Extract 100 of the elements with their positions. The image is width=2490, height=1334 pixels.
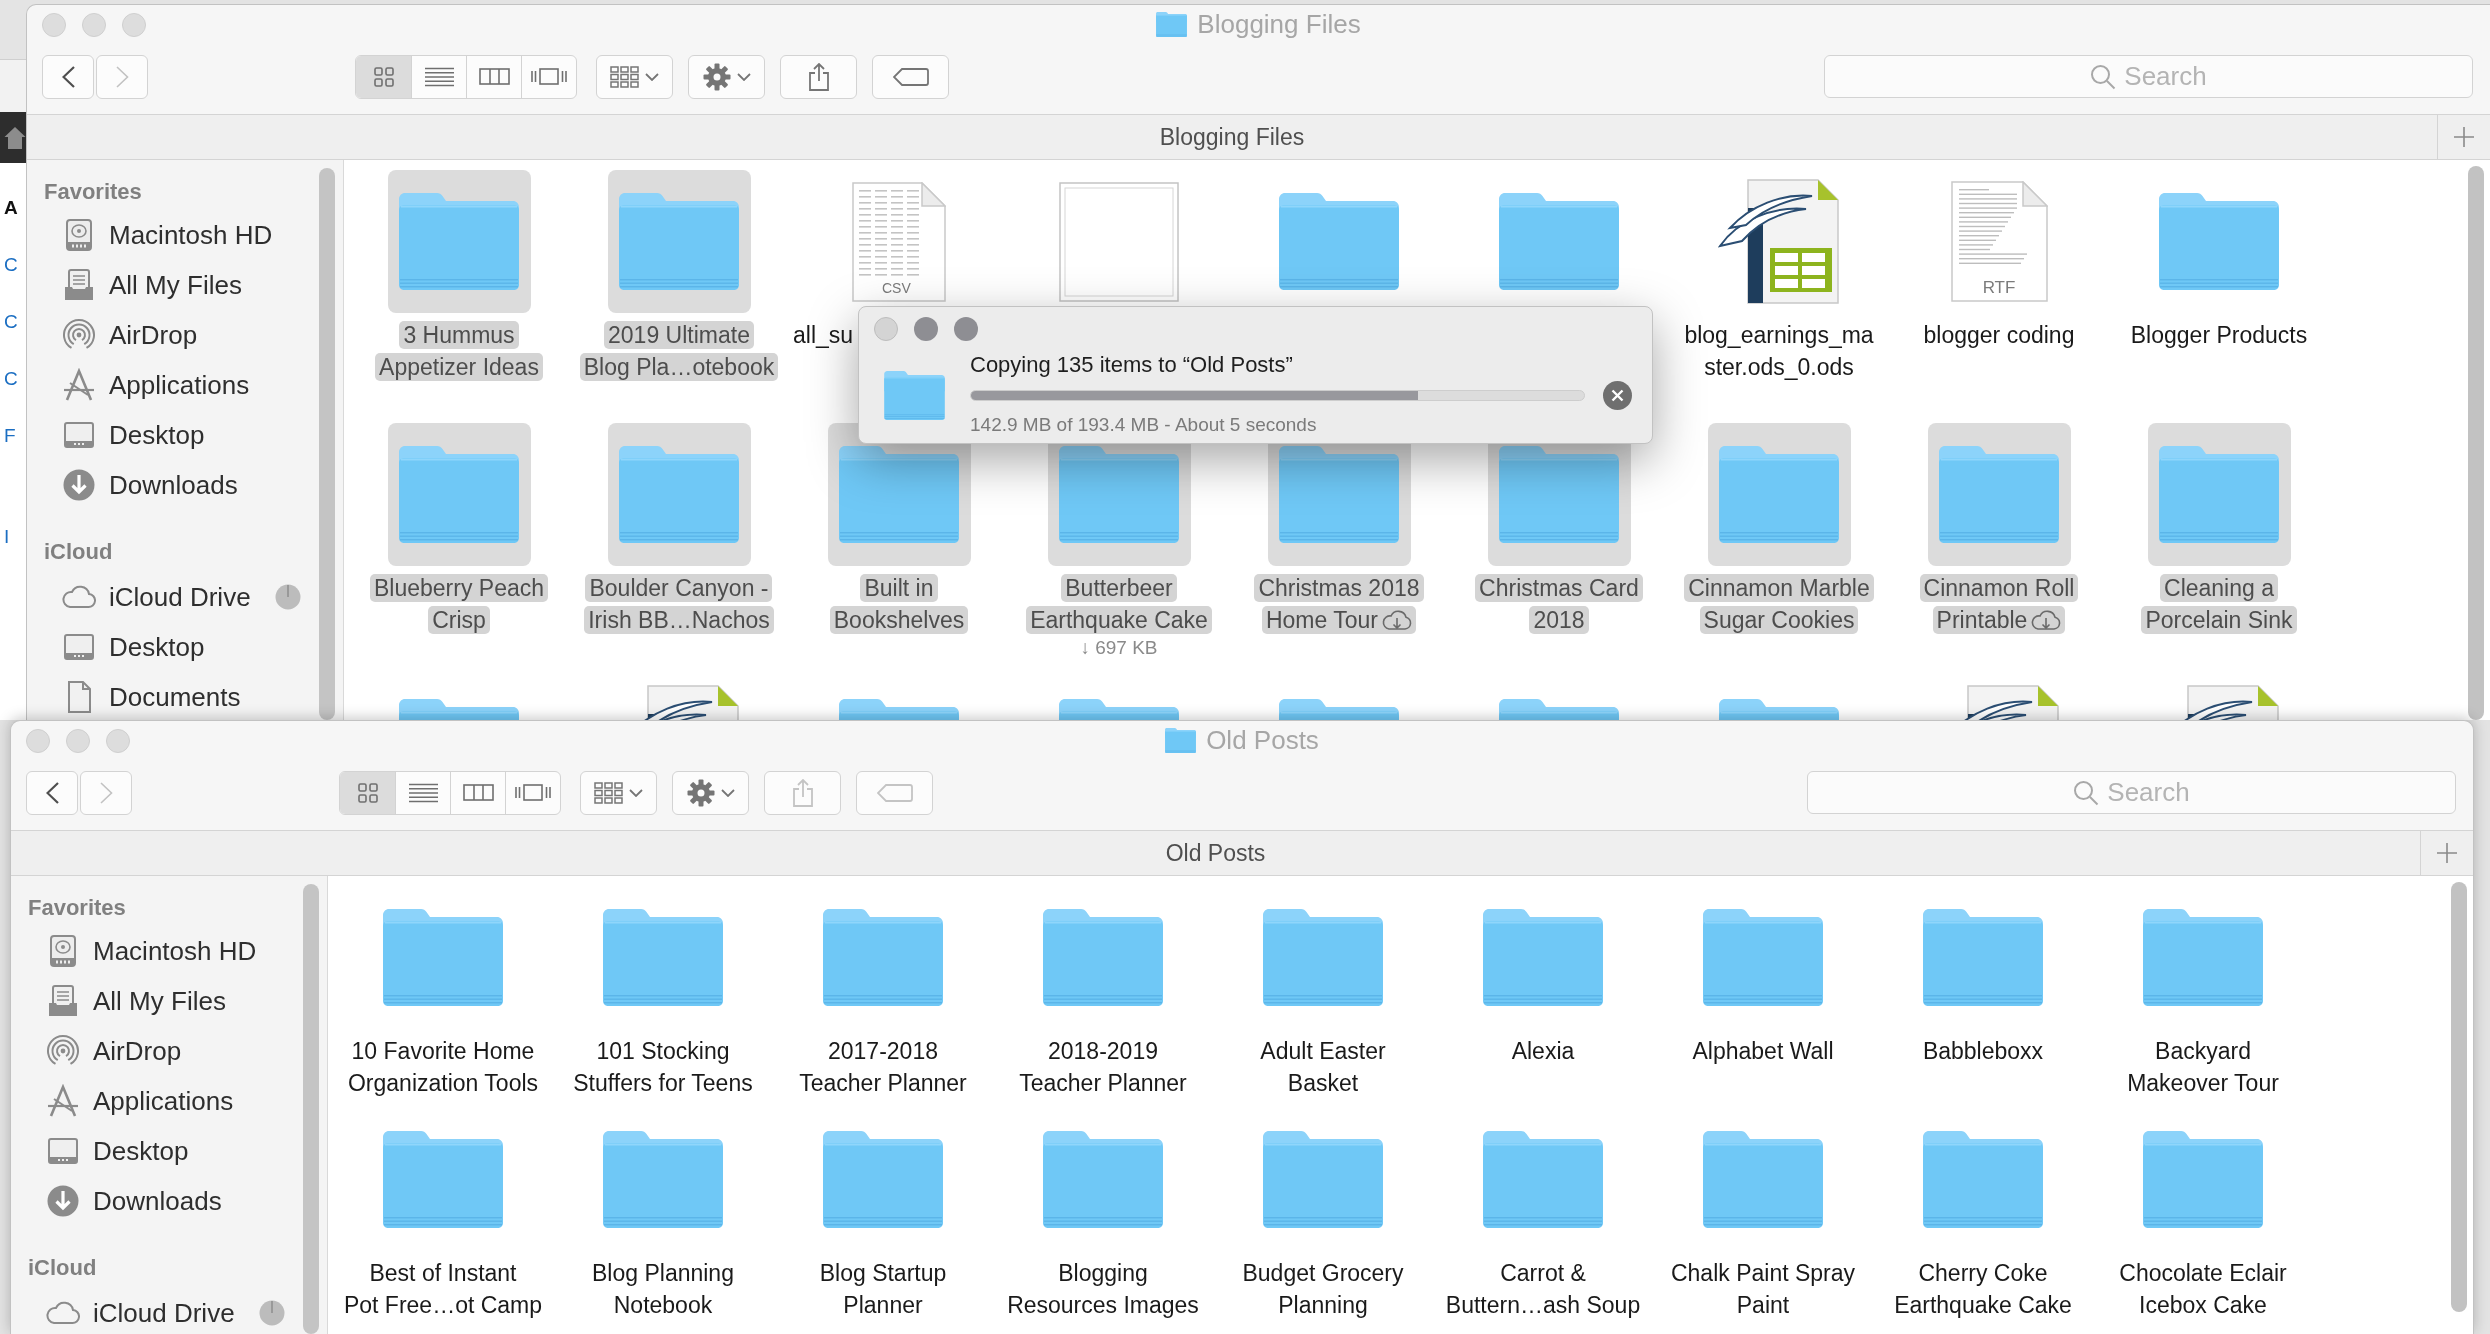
- folder-icon[interactable]: [1703, 1131, 1823, 1228]
- file-name[interactable]: Chocolate Eclair Icebox Cake: [2115, 1257, 2291, 1321]
- file-name[interactable]: 2017-2018 Teacher Planner: [795, 1035, 971, 1099]
- file-name[interactable]: Cleaning a Porcelain Sink: [2141, 572, 2297, 636]
- file-name[interactable]: Best of Instant Pot Free…ot Camp: [339, 1257, 547, 1321]
- file-name[interactable]: Blog Startup Planner: [815, 1257, 951, 1321]
- folder-icon[interactable]: [823, 909, 943, 1006]
- file-name[interactable]: Alexia: [1507, 1035, 1579, 1067]
- file-name[interactable]: Boulder Canyon - Irish BB…Nachos: [584, 572, 774, 636]
- file-name[interactable]: 2018-2019 Teacher Planner: [1015, 1035, 1191, 1099]
- folder-icon[interactable]: [383, 909, 503, 1006]
- close-button[interactable]: [26, 728, 50, 753]
- share-button[interactable]: [764, 770, 841, 815]
- sidebar-item[interactable]: Desktop: [28, 1132, 303, 1170]
- sidebar-item[interactable]: All My Files: [28, 982, 303, 1020]
- sidebar-item[interactable]: Documents: [44, 678, 319, 716]
- folder-icon[interactable]: [1263, 1131, 1383, 1228]
- folder-icon[interactable]: [383, 1131, 503, 1228]
- sidebar-item[interactable]: Macintosh HD: [28, 932, 303, 970]
- back-button[interactable]: [42, 54, 94, 99]
- folder-icon[interactable]: [1483, 909, 1603, 1006]
- scrollbar-thumb[interactable]: [303, 884, 319, 1334]
- folder-icon[interactable]: [1719, 446, 1839, 543]
- file-name[interactable]: Chalk Paint Spray Paint: [1666, 1257, 1860, 1321]
- sidebar-item[interactable]: Desktop: [44, 416, 319, 454]
- file-name[interactable]: 2019 Ultimate Blog Pla…otebook: [579, 319, 779, 383]
- file-name[interactable]: all_su: [789, 319, 858, 351]
- file-name[interactable]: 101 Stocking Stuffers for Teens: [569, 1035, 757, 1099]
- blank-thumbnail-icon[interactable]: [1059, 181, 1179, 302]
- file-name[interactable]: Built in Bookshelves: [829, 572, 969, 636]
- folder-icon[interactable]: [1279, 446, 1399, 543]
- sidebar-item[interactable]: Downloads: [28, 1182, 303, 1220]
- folder-icon[interactable]: [619, 446, 739, 543]
- cloud-download-icon[interactable]: [2031, 609, 2062, 631]
- tab-title[interactable]: Old Posts: [1165, 835, 1266, 871]
- file-name[interactable]: Blogging Resources Images: [1003, 1257, 1203, 1321]
- back-button[interactable]: [26, 770, 78, 815]
- search-field[interactable]: Search: [1807, 770, 2456, 814]
- page-link[interactable]: F: [4, 425, 16, 447]
- icon-view-button[interactable]: [340, 771, 395, 814]
- folder-icon[interactable]: [1923, 1131, 2043, 1228]
- file-name[interactable]: Cinnamon Marble Sugar Cookies: [1684, 572, 1874, 636]
- file-name[interactable]: 10 Favorite Home Organization Tools: [343, 1035, 543, 1099]
- file-name[interactable]: Blueberry Peach Crisp: [369, 572, 548, 636]
- folder-icon[interactable]: [1499, 193, 1619, 290]
- file-name[interactable]: Cherry Coke Earthquake Cake: [1890, 1257, 2076, 1321]
- folder-icon[interactable]: [1043, 909, 1163, 1006]
- file-name[interactable]: Backyard Makeover Tour: [2123, 1035, 2283, 1099]
- file-name[interactable]: Christmas 2018 Home Tour: [1254, 572, 1424, 636]
- spreadsheet-icon[interactable]: [1718, 178, 1840, 305]
- page-link[interactable]: C: [4, 311, 18, 333]
- sidebar-item[interactable]: Applications: [44, 366, 319, 404]
- folder-icon[interactable]: [839, 446, 959, 543]
- arrange-button[interactable]: [580, 770, 657, 815]
- folder-icon[interactable]: [2159, 193, 2279, 290]
- folder-icon[interactable]: [1923, 909, 2043, 1006]
- folder-icon[interactable]: [1939, 446, 2059, 543]
- zoom-button[interactable]: [954, 317, 978, 341]
- search-field[interactable]: Search: [1824, 54, 2473, 98]
- page-link[interactable]: I: [4, 526, 10, 548]
- file-name[interactable]: Babbleboxx: [1918, 1035, 2048, 1067]
- folder-icon[interactable]: [399, 446, 519, 543]
- folder-icon[interactable]: [823, 1131, 943, 1228]
- page-link[interactable]: C: [4, 254, 18, 276]
- house-icon[interactable]: [4, 125, 26, 150]
- sidebar-item[interactable]: Downloads: [44, 466, 319, 504]
- minimize-button[interactable]: [66, 728, 90, 753]
- share-button[interactable]: [780, 54, 857, 99]
- icon-view-button[interactable]: [356, 55, 411, 98]
- close-button[interactable]: [42, 12, 66, 37]
- folder-icon[interactable]: [603, 1131, 723, 1228]
- sidebar-item[interactable]: iCloud Drive: [44, 578, 319, 616]
- folder-icon[interactable]: [2159, 446, 2279, 543]
- folder-icon[interactable]: [1043, 1131, 1163, 1228]
- file-name[interactable]: Cinnamon Roll Printable: [1919, 572, 2079, 636]
- file-name[interactable]: 3 Hummus Appetizer Ideas: [375, 319, 543, 383]
- sidebar-item[interactable]: Desktop: [44, 628, 319, 666]
- file-name[interactable]: Blogger Products: [2126, 319, 2312, 351]
- text-document-icon[interactable]: [1950, 181, 2048, 302]
- folder-icon[interactable]: [1483, 1131, 1603, 1228]
- sidebar-item[interactable]: iCloud Drive: [28, 1294, 303, 1332]
- action-button[interactable]: [688, 54, 765, 99]
- folder-icon[interactable]: [2143, 909, 2263, 1006]
- action-button[interactable]: [672, 770, 749, 815]
- arrange-button[interactable]: [596, 54, 673, 99]
- file-name[interactable]: Budget Grocery Planning: [1238, 1257, 1408, 1321]
- folder-icon[interactable]: [1703, 909, 1823, 1006]
- minimize-button[interactable]: [914, 317, 938, 341]
- tags-button[interactable]: [872, 54, 949, 99]
- scrollbar-thumb[interactable]: [319, 168, 335, 720]
- spreadsheet-document-icon[interactable]: [852, 181, 946, 302]
- folder-icon[interactable]: [619, 193, 739, 290]
- page-link[interactable]: C: [4, 368, 18, 390]
- file-name[interactable]: Butterbeer Earthquake Cake: [1026, 572, 1212, 636]
- tab-title[interactable]: Blogging Files: [1159, 119, 1305, 155]
- folder-icon[interactable]: [1499, 446, 1619, 543]
- sidebar-item[interactable]: Macintosh HD: [44, 216, 319, 254]
- folder-icon[interactable]: [603, 909, 723, 1006]
- file-name[interactable]: blogger coding: [1919, 319, 2079, 351]
- sidebar-item[interactable]: AirDrop: [44, 316, 319, 354]
